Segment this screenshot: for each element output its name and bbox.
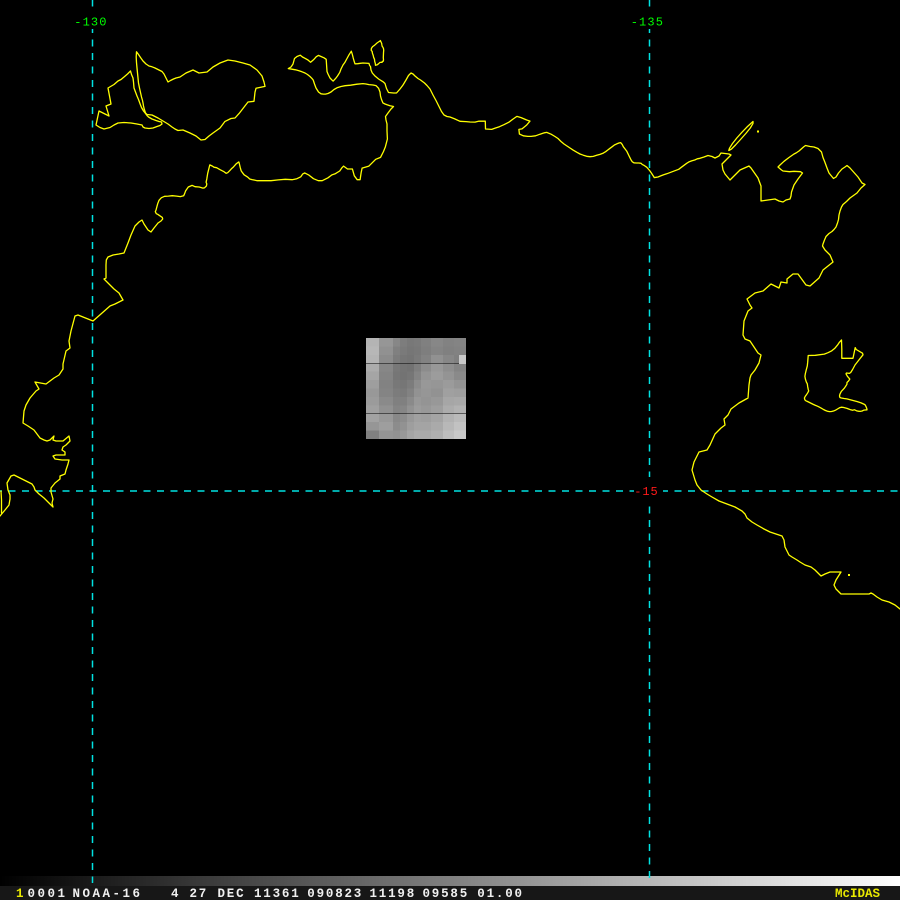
- svg-text:DEC: DEC: [218, 887, 246, 900]
- svg-text:01.00: 01.00: [477, 887, 524, 900]
- svg-text:11198: 11198: [370, 887, 417, 900]
- svg-text:McIDAS: McIDAS: [835, 887, 881, 900]
- svg-text:090823: 090823: [307, 887, 363, 900]
- svg-text:09585: 09585: [423, 887, 470, 900]
- svg-text:-15: -15: [634, 485, 658, 499]
- svg-text:1: 1: [16, 887, 24, 900]
- svg-text:27: 27: [190, 887, 209, 900]
- svg-text:-135: -135: [631, 15, 664, 29]
- svg-text:0001: 0001: [28, 887, 68, 900]
- svg-text:11361: 11361: [254, 887, 301, 900]
- svg-text:-130: -130: [74, 15, 107, 29]
- svg-text:NOAA-16: NOAA-16: [73, 887, 143, 900]
- svg-text:4: 4: [171, 887, 180, 900]
